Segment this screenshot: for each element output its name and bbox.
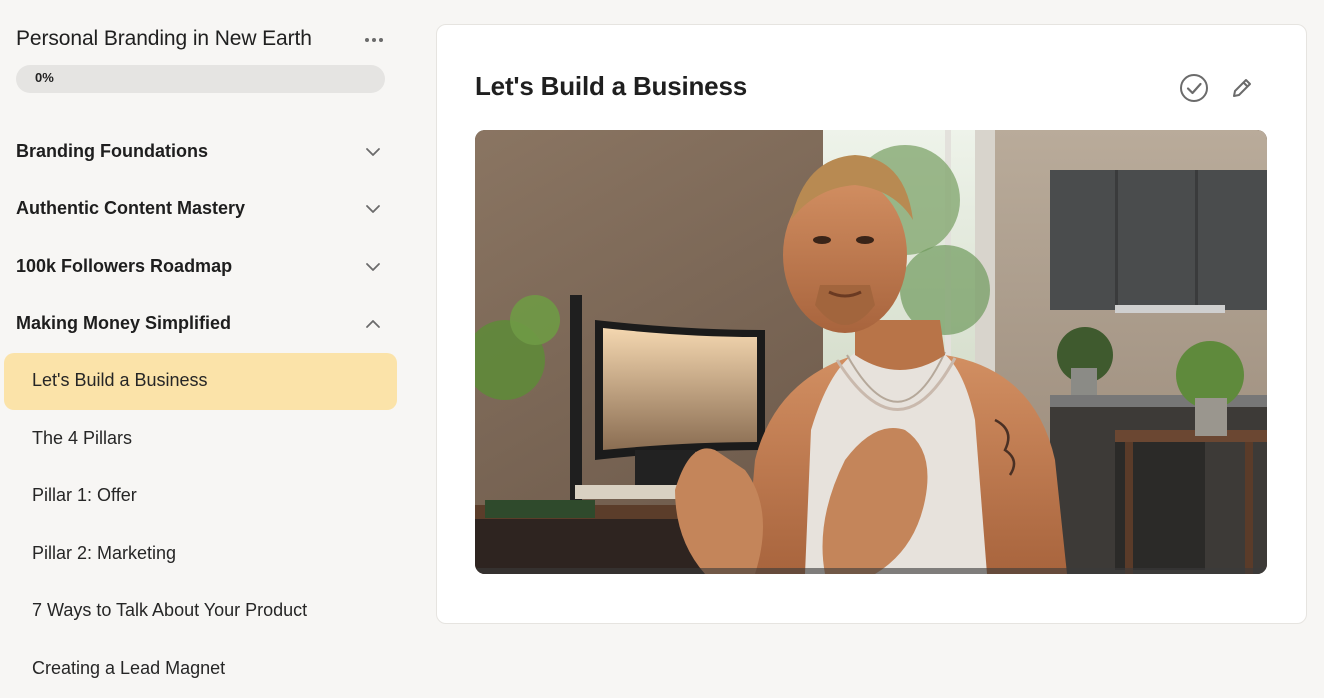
module-label: Making Money Simplified [16,313,232,333]
module-branding-foundations[interactable]: Branding Foundations [0,133,400,169]
lesson-label: The 4 Pillars [32,428,133,448]
lesson-title: Let's Build a Business [475,71,747,101]
lesson-label: Let's Build a Business [32,370,208,390]
module-label: Branding Foundations [16,141,208,161]
lesson-item[interactable]: Pillar 2: Marketing [4,526,397,583]
chevron-up-icon [366,320,380,328]
lesson-item[interactable]: The 4 Pillars [4,411,397,468]
lesson-label: 7 Ways to Talk About Your Product [32,600,308,620]
lesson-item-active[interactable]: Let's Build a Business [4,353,397,410]
course-sidebar: Personal Branding in New Earth 0% Brandi… [0,0,410,697]
course-progress-bar: 0% [16,65,385,93]
lesson-label: Pillar 2: Marketing [32,543,177,563]
lesson-label: Creating a Lead Magnet [32,658,226,678]
edit-pencil-icon[interactable] [1225,71,1259,105]
lesson-card: Let's Build a Business [436,24,1307,624]
lesson-video[interactable] [475,130,1267,574]
module-making-money-simplified[interactable]: Making Money Simplified [0,305,400,341]
mark-complete-icon[interactable] [1177,71,1211,105]
lesson-label: Pillar 1: Offer [32,485,137,505]
chevron-down-icon [366,148,380,156]
lesson-item[interactable]: Creating a Lead Magnet [4,641,397,698]
module-100k-followers-roadmap[interactable]: 100k Followers Roadmap [0,248,400,284]
chevron-down-icon [366,263,380,271]
module-label: Authentic Content Mastery [16,198,246,218]
progress-label: 0% [35,70,54,85]
video-frame [475,130,1267,574]
chevron-down-icon [366,205,380,213]
module-authentic-content-mastery[interactable]: Authentic Content Mastery [0,190,400,226]
lesson-item[interactable]: Pillar 1: Offer [4,468,397,525]
course-title: Personal Branding in New Earth [16,27,312,50]
lesson-item[interactable]: 7 Ways to Talk About Your Product [4,583,397,640]
module-label: 100k Followers Roadmap [16,256,233,276]
more-options-icon[interactable] [360,30,388,50]
